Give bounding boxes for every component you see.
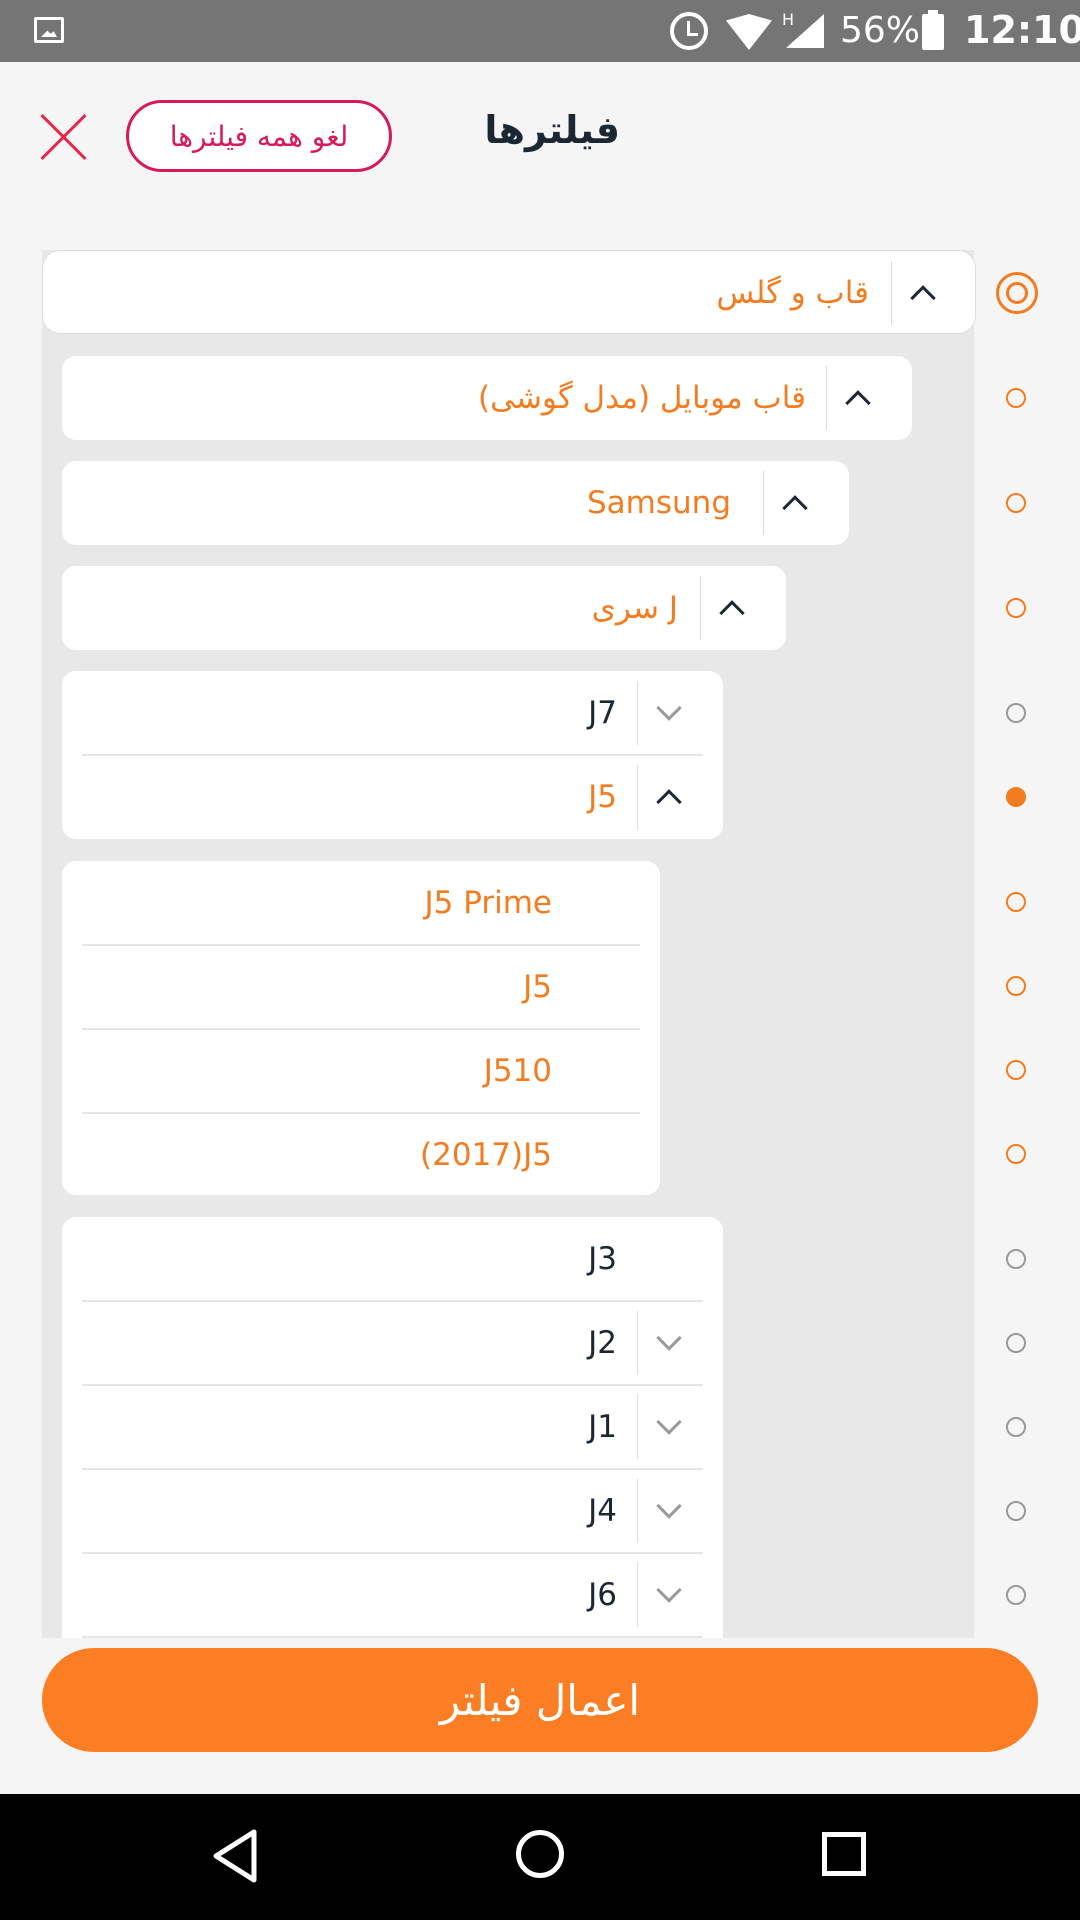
radio-j5-prime[interactable] xyxy=(1006,892,1026,912)
radio-j5-sub[interactable] xyxy=(1006,976,1026,996)
recent-apps-icon[interactable] xyxy=(822,1832,866,1876)
chevron-up-icon[interactable] xyxy=(891,261,953,325)
radio-j6[interactable] xyxy=(1006,1585,1026,1605)
filter-group-models-2: J3 J2 J1 J4 J6 xyxy=(62,1217,723,1638)
network-type: H xyxy=(782,10,795,29)
radio-j4[interactable] xyxy=(1006,1501,1026,1521)
filter-label: سری J xyxy=(591,590,678,626)
list-item[interactable]: J5 Prime xyxy=(62,861,660,945)
radio-j1[interactable] xyxy=(1006,1417,1026,1437)
filter-label: Samsung xyxy=(587,485,731,521)
filter-group-j5: J5 Prime J5 J510 (2017)J5 xyxy=(62,861,660,1195)
chevron-down-icon[interactable] xyxy=(637,1479,699,1543)
battery-icon xyxy=(922,10,944,50)
clock: 12:10 xyxy=(964,8,1080,52)
filter-level-2[interactable]: قاب موبایل (مدل گوشی) xyxy=(62,356,912,440)
clear-all-filters-button[interactable]: لغو همه فیلترها xyxy=(126,100,392,172)
radio-j7[interactable] xyxy=(1006,703,1026,723)
divider xyxy=(82,1636,703,1638)
chevron-up-icon[interactable] xyxy=(637,765,699,829)
radio-j2[interactable] xyxy=(1006,1333,1026,1353)
radio-level-3[interactable] xyxy=(1006,493,1026,513)
navigation-bar xyxy=(0,1794,1080,1920)
chevron-up-icon[interactable] xyxy=(826,366,888,430)
list-item[interactable]: J3 xyxy=(62,1217,723,1301)
page-title: فیلترها xyxy=(484,108,620,152)
chevron-up-icon[interactable] xyxy=(763,471,825,535)
radio-level-1[interactable] xyxy=(996,272,1038,314)
gallery-icon xyxy=(34,17,64,43)
radio-j3[interactable] xyxy=(1006,1249,1026,1269)
list-item[interactable]: J7 xyxy=(62,671,723,755)
alarm-icon xyxy=(670,12,708,50)
home-icon[interactable] xyxy=(516,1830,564,1878)
chevron-down-icon[interactable] xyxy=(637,1395,699,1459)
filter-label: قاب موبایل (مدل گوشی) xyxy=(478,380,806,416)
list-item[interactable]: J510 xyxy=(62,1029,660,1113)
chevron-up-icon[interactable] xyxy=(700,576,762,640)
wifi-icon xyxy=(726,14,772,50)
radio-j5-2017[interactable] xyxy=(1006,1144,1026,1164)
list-item[interactable]: J4 xyxy=(62,1469,723,1553)
battery-percent: 56% xyxy=(840,10,921,51)
list-item[interactable]: J5 xyxy=(62,945,660,1029)
list-item[interactable]: J2 xyxy=(62,1301,723,1385)
close-icon[interactable] xyxy=(38,112,88,162)
filter-level-3[interactable]: Samsung xyxy=(62,461,849,545)
filter-group-models: J7 J5 xyxy=(62,671,723,839)
radio-level-2[interactable] xyxy=(1006,388,1026,408)
list-item[interactable]: J1 xyxy=(62,1385,723,1469)
chevron-down-icon[interactable] xyxy=(637,681,699,745)
filter-label: قاب و گلس xyxy=(716,275,869,311)
list-item[interactable]: J6 xyxy=(62,1553,723,1637)
list-item[interactable]: J5 xyxy=(62,755,723,839)
radio-j5[interactable] xyxy=(1006,787,1026,807)
chevron-down-icon[interactable] xyxy=(637,1563,699,1627)
radio-level-4[interactable] xyxy=(1006,598,1026,618)
chevron-down-icon[interactable] xyxy=(637,1311,699,1375)
apply-filter-button[interactable]: اعمال فیلتر xyxy=(42,1648,1038,1752)
radio-j510[interactable] xyxy=(1006,1060,1026,1080)
status-bar: H 56% 12:10 xyxy=(0,0,1080,62)
back-icon[interactable] xyxy=(210,1828,260,1884)
filter-level-1[interactable]: قاب و گلس xyxy=(42,250,976,334)
filter-level-4[interactable]: سری J xyxy=(62,566,786,650)
list-item[interactable]: (2017)J5 xyxy=(62,1113,660,1197)
